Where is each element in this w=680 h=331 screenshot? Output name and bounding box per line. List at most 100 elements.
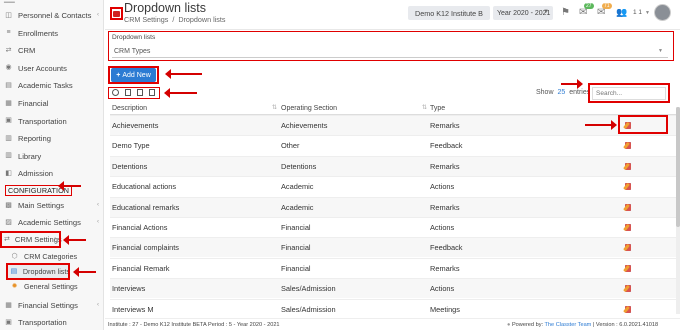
table-cell: Financial Actions [112, 223, 168, 232]
sidebar-item-financial[interactable]: ▦ Financial [0, 95, 104, 112]
table-cell: Financial [281, 223, 311, 232]
sidebar-item-label: Personnel & Contacts [18, 11, 92, 20]
sidebar-item-general-settings[interactable]: ✹ General Settings [0, 278, 104, 295]
column-header-operating-section[interactable]: Operating Section [281, 105, 337, 112]
show-label: Show [536, 89, 554, 96]
scrollbar[interactable] [676, 107, 680, 314]
sidebar-item-academic-tasks[interactable]: ▤ Academic Tasks [0, 77, 104, 94]
main-content: Dropdown lists CRM Types ▼ + Add New Sho… [105, 31, 680, 330]
table-cell: Remarks [430, 263, 460, 273]
print-icon[interactable] [112, 89, 119, 96]
sort-icon[interactable]: ⇅ [272, 104, 277, 111]
breadcrumb-root[interactable]: CRM Settings [124, 15, 168, 24]
sidebar-item-crm-settings[interactable]: ⇄ CRM Settings ‹ [0, 231, 62, 248]
sidebar-item-transportation[interactable]: ▣ Transportation [0, 113, 104, 130]
sidebar-item-user-accounts[interactable]: ◉ User Accounts [0, 60, 104, 77]
sidebar-item-library[interactable]: ▥ Library [0, 148, 104, 165]
mail-badge: 71 [602, 3, 612, 9]
scrollbar-thumb[interactable] [676, 107, 680, 227]
sidebar: ▁▁ ◫Personnel & Contacts‹≡Enrollments⇄CR… [0, 0, 104, 330]
table-cell: Achievements [281, 121, 328, 130]
table-row[interactable]: Interviews M Sales/Admission Meetings [110, 298, 676, 319]
show-count-select[interactable]: 25 [557, 89, 565, 96]
sidebar-item-enrollments[interactable]: ≡ Enrollments [0, 25, 104, 42]
annotation-arrow [73, 267, 96, 277]
table-cell: Financial [281, 243, 311, 253]
export-toolbar [112, 89, 155, 96]
list-icon: ▤ [10, 267, 18, 275]
sidebar-item-label: Reporting [18, 134, 51, 144]
table-row[interactable]: Financial complaints Financial Feedback [110, 237, 676, 258]
sidebar-item-academic-settings[interactable]: ▨ Academic Settings ‹ [0, 214, 104, 231]
sidebar-item-transportation[interactable]: ▣ Transportation [0, 314, 104, 331]
sidebar-item-label: Enrollments [18, 28, 59, 38]
table-cell: Educational actions [112, 182, 177, 192]
user-menu[interactable]: 1 1 [633, 9, 642, 16]
table-cell: Academic [281, 182, 314, 192]
version-text: | Version : 6.0.2021.41018 [592, 322, 659, 328]
excel-icon[interactable] [137, 89, 143, 96]
chevron-icon: ‹ [97, 302, 99, 308]
table-cell: Feedback [430, 243, 463, 253]
annotation-arrow [58, 181, 81, 191]
financial-icon: ▦ [5, 301, 12, 309]
dropdown-select[interactable]: CRM Types ▼ [112, 45, 668, 58]
sidebar-item-personnel-contacts[interactable]: ◫ Personnel & Contacts ‹ [0, 7, 104, 24]
tag-icon: ⬡ [11, 252, 18, 260]
sidebar-item-reporting[interactable]: ▥ Reporting [0, 130, 104, 147]
chevron-icon: ‹ [97, 12, 99, 18]
breadcrumb-separator: / [172, 15, 175, 24]
table-cell: Sales/Admission [281, 284, 336, 294]
table-row[interactable]: Financial Remark Financial Remarks [110, 257, 676, 278]
menu-icon[interactable] [110, 7, 123, 20]
table-cell: Sales/Admission [281, 304, 336, 314]
table-cell: Financial [281, 263, 311, 273]
table-row[interactable]: Educational actions Academic Actions [110, 176, 676, 196]
dropdown-select-value: CRM Types [114, 47, 151, 55]
pdf-icon[interactable] [149, 89, 155, 96]
library-icon: ▥ [5, 152, 12, 160]
add-new-button[interactable]: + Add New [111, 68, 156, 82]
table-row[interactable]: Interviews Sales/Admission Actions [110, 278, 676, 299]
sort-icon[interactable]: ⇅ [422, 104, 427, 111]
sidebar-item-label: Library [18, 151, 42, 161]
table-row[interactable]: Demo Type Other Feedback [110, 135, 676, 155]
annotation-arrow [165, 69, 202, 79]
csv-icon[interactable] [125, 89, 131, 96]
powered-prefix: Powered by: [511, 322, 544, 328]
sidebar-item-crm[interactable]: ⇄ CRM [0, 42, 104, 59]
academic-icon: ▨ [5, 218, 12, 226]
table-cell: Interviews M [112, 304, 154, 314]
annotation-arrow [63, 235, 86, 245]
table-row[interactable]: Detentions Detentions Remarks [110, 155, 676, 176]
sidebar-item-main-settings[interactable]: ▩ Main Settings ‹ [0, 197, 104, 214]
flag-icon[interactable]: ⚑ [561, 7, 570, 18]
sidebar-item-label: Transportation [18, 318, 67, 327]
table-cell: Remarks [430, 161, 460, 171]
users-icon[interactable]: 👥 [616, 7, 627, 18]
chevron-icon: ‹ [54, 236, 56, 242]
column-header-description[interactable]: Description [112, 105, 147, 112]
table-cell: Financial Remark [112, 263, 170, 273]
financial-icon: ▦ [5, 99, 12, 107]
sidebar-item-financial-settings[interactable]: ▦ Financial Settings ‹ [0, 297, 104, 314]
enroll-icon: ≡ [6, 29, 11, 37]
table-cell: Demo Type [112, 141, 150, 151]
sidebar-item-label: Transportation [18, 116, 67, 126]
table-row[interactable]: Financial Actions Financial Actions [110, 217, 676, 237]
table-cell: Detentions [112, 161, 148, 171]
messages-badge: 27 [584, 3, 594, 9]
crm-icon: ⇄ [5, 46, 12, 54]
topbar: Dropdown lists CRM Settings / Dropdown l… [105, 0, 680, 30]
chevron-down-icon: ▼ [543, 9, 549, 15]
search-input[interactable] [592, 87, 666, 100]
sidebar-item-admission[interactable]: ◧ Admission [0, 165, 104, 182]
institute-button[interactable]: Demo K12 Institute B [408, 6, 490, 20]
table-cell: Remarks [430, 121, 460, 130]
column-header-type[interactable]: Type [430, 105, 445, 112]
avatar[interactable] [654, 4, 671, 21]
year-select[interactable]: Year 2020 - 2021 ▼ [493, 6, 553, 20]
powered-link[interactable]: The Classter Team [545, 322, 592, 328]
table-row[interactable]: Educational remarks Academic Remarks [110, 196, 676, 217]
table-cell: Academic [281, 202, 314, 212]
